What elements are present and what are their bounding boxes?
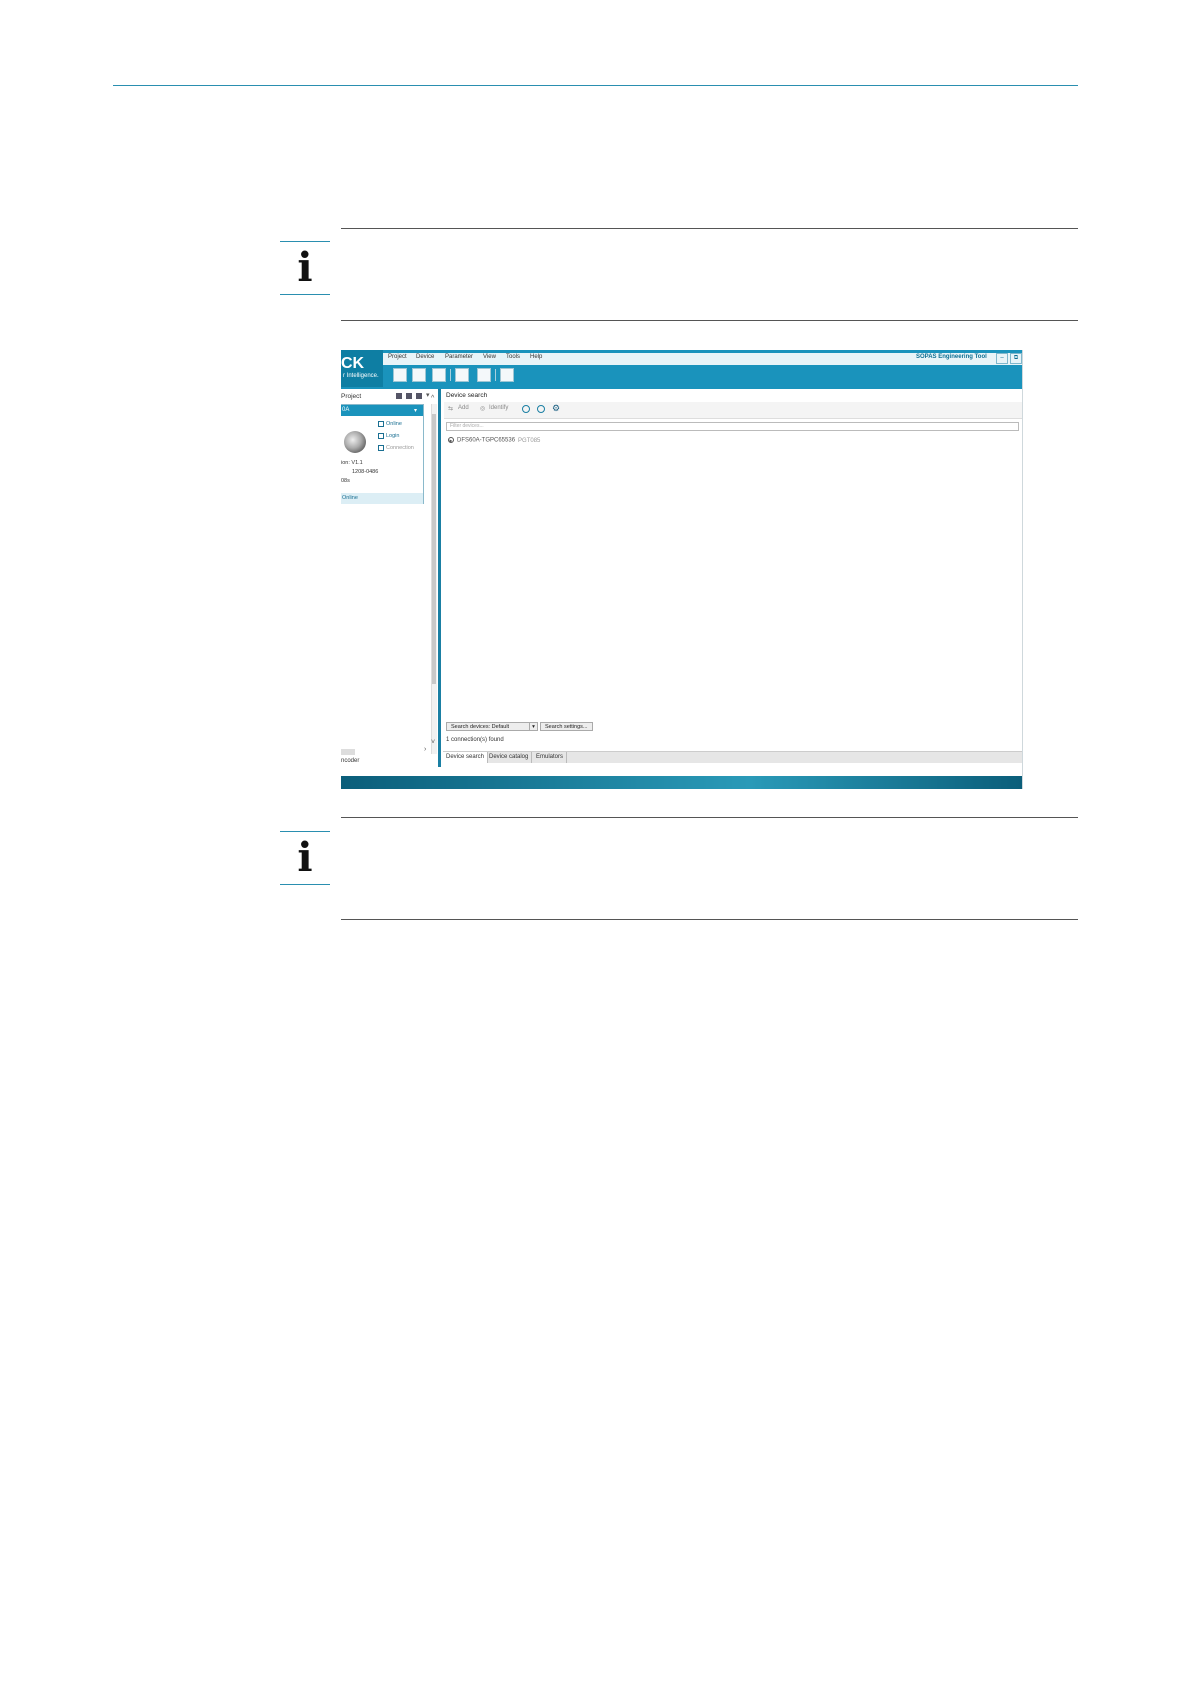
device-info-line: 08s — [341, 478, 350, 484]
scroll-right-icon[interactable]: › — [424, 746, 426, 753]
menu-project[interactable]: Project — [388, 354, 407, 360]
version-label: ion: V1.1 — [341, 460, 363, 466]
software-screenshot: CK r Intelligence. Project Device Parame… — [341, 350, 1023, 789]
note-top-rule — [341, 228, 1078, 229]
refresh-icon[interactable] — [522, 405, 530, 413]
serial-number: 1208-0486 — [352, 469, 379, 475]
device-search-toolbar: ⇆ Add ◎ Identify ⚙ — [444, 402, 1022, 419]
gear-icon[interactable]: ⚙ — [552, 404, 560, 413]
search-devices-dropdown[interactable]: Search devices: Default — [446, 722, 536, 731]
login-icon — [378, 433, 384, 439]
paste-icon[interactable] — [477, 368, 491, 382]
status-bar — [341, 776, 1022, 789]
project-panel-title: Project — [341, 393, 362, 400]
online-action[interactable]: Online — [386, 421, 402, 427]
search-icon[interactable] — [537, 405, 545, 413]
logo: CK r Intelligence. — [341, 350, 383, 387]
panel-menu-icon[interactable]: ▾ — [426, 391, 430, 399]
toolbar-separator — [450, 369, 451, 381]
vertical-scrollbar[interactable] — [431, 404, 437, 754]
device-name: DFS60A-TGPC65536 — [457, 437, 516, 444]
search-settings-button[interactable]: Search settings... — [540, 722, 593, 731]
save-icon[interactable] — [432, 368, 446, 382]
play-icon[interactable]: ▶ — [448, 437, 454, 443]
device-status-bar: Online — [341, 493, 423, 504]
open-project-icon[interactable] — [412, 368, 426, 382]
scroll-up-icon[interactable]: ^ — [431, 395, 434, 402]
connection-action[interactable]: Connection — [386, 445, 414, 451]
copy-icon[interactable] — [455, 368, 469, 382]
note-top-rule — [341, 817, 1078, 818]
new-project-icon[interactable] — [393, 368, 407, 382]
info-icon: i — [280, 241, 330, 295]
encoder-image — [344, 431, 366, 453]
device-list-item[interactable]: ▶ DFS60A-TGPC65536 PGT085 — [448, 437, 540, 444]
app-title: SOPAS Engineering Tool — [916, 354, 987, 360]
connections-found: 1 connection(s) found — [446, 737, 504, 743]
status-badge: Online — [342, 495, 358, 501]
tree-view-icon[interactable] — [416, 393, 422, 399]
device-card-header[interactable]: 0A ▾ — [341, 405, 423, 416]
toolbar-separator — [495, 369, 496, 381]
grid-view-icon[interactable] — [396, 393, 402, 399]
device-search-panel: Device search ⇆ Add ◎ Identify ⚙ Filter … — [443, 389, 1022, 767]
chevron-down-icon[interactable]: ▾ — [414, 407, 417, 414]
restore-button[interactable]: ⧉ — [1010, 353, 1022, 364]
note-bottom-rule — [341, 320, 1078, 321]
project-panel: Project ▾ 0A ▾ Online Login Connection i… — [341, 389, 441, 767]
device-card[interactable]: 0A ▾ Online Login Connection ion: V1.1 1… — [341, 404, 424, 504]
connect-icon[interactable] — [500, 368, 514, 382]
online-icon — [378, 421, 384, 427]
note-bottom-rule — [341, 919, 1078, 920]
panel-tabs: Device search Device catalog Emulators — [443, 751, 1022, 763]
chevron-down-icon[interactable]: ▾ — [529, 722, 538, 731]
menu-parameter[interactable]: Parameter — [445, 354, 473, 360]
menu-device[interactable]: Device — [416, 354, 434, 360]
add-button[interactable]: Add — [458, 405, 469, 411]
minimize-button[interactable]: – — [996, 353, 1008, 364]
scroll-thumb[interactable] — [432, 414, 436, 684]
tab-emulators[interactable]: Emulators — [533, 752, 568, 763]
horizontal-scrollbar[interactable] — [341, 749, 355, 755]
tab-device-catalog[interactable]: Device catalog — [486, 752, 533, 763]
menu-tools[interactable]: Tools — [506, 354, 520, 360]
list-view-icon[interactable] — [406, 393, 412, 399]
connection-icon — [378, 445, 384, 451]
info-icon: i — [280, 831, 330, 885]
project-panel-footer: ncoder — [341, 758, 360, 764]
scroll-down-icon[interactable]: ˅ — [431, 739, 435, 746]
identify-button[interactable]: Identify — [489, 405, 508, 411]
device-id: PGT085 — [518, 437, 541, 444]
filter-devices-input[interactable]: Filter devices... — [446, 422, 1019, 431]
menu-view[interactable]: View — [483, 354, 496, 360]
identify-icon: ◎ — [480, 406, 486, 412]
menu-help[interactable]: Help — [530, 354, 542, 360]
header-rule — [113, 85, 1078, 86]
tab-device-search[interactable]: Device search — [443, 752, 489, 763]
panel-title: Device search — [446, 392, 488, 399]
login-action[interactable]: Login — [386, 433, 399, 439]
add-icon: ⇆ — [448, 406, 454, 412]
